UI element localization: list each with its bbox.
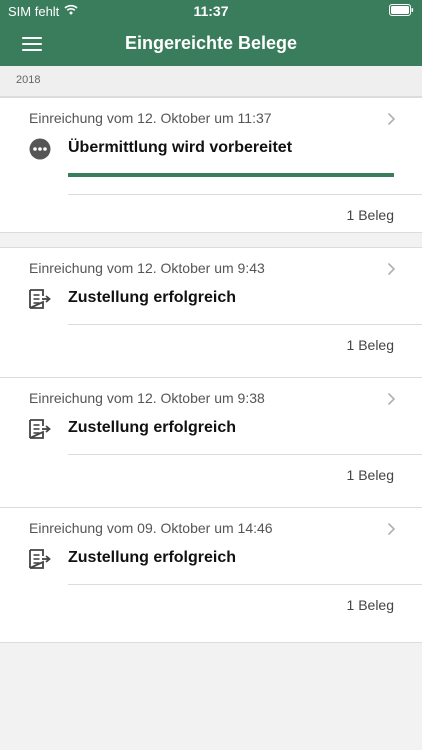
document-sent-icon (29, 549, 51, 569)
receipt-count: 1 Beleg (346, 337, 394, 353)
divider (68, 194, 422, 195)
progress-bar (68, 173, 394, 177)
app-header: SIM fehlt 11:37 Eingereichte Belege (0, 0, 422, 66)
chevron-right-icon (387, 522, 396, 536)
submission-date: Einreichung vom 12. Oktober um 9:43 (29, 260, 265, 276)
divider (68, 454, 422, 455)
submission-card[interactable]: Einreichung vom 09. Oktober um 14:46 Zus… (0, 507, 422, 643)
divider (68, 584, 422, 585)
more-dots-icon (29, 138, 51, 160)
chevron-right-icon (387, 392, 396, 406)
battery-icon (389, 4, 414, 16)
submission-status: Zustellung erfolgreich (68, 549, 237, 566)
progress-fill (68, 173, 394, 177)
status-bar: SIM fehlt 11:37 (0, 0, 422, 22)
year-label: 2018 (16, 74, 41, 86)
document-sent-icon (29, 289, 51, 309)
page-title: Eingereichte Belege (124, 33, 298, 53)
submission-date: Einreichung vom 12. Oktober um 11:37 (29, 110, 272, 126)
document-sent-icon (29, 419, 51, 439)
divider (68, 324, 422, 325)
nav-bar: Eingereichte Belege (0, 22, 422, 66)
submission-card[interactable]: Einreichung vom 12. Oktober um 11:37 Übe… (0, 97, 422, 233)
receipt-count: 1 Beleg (346, 467, 394, 483)
chevron-right-icon (387, 262, 396, 276)
section-header: 2018 (0, 66, 422, 97)
receipt-count: 1 Beleg (346, 207, 394, 223)
submission-status: Zustellung erfolgreich (68, 289, 237, 306)
submission-date: Einreichung vom 12. Oktober um 9:38 (29, 390, 265, 406)
submission-card[interactable]: Einreichung vom 12. Oktober um 9:38 Zust… (0, 377, 422, 513)
receipt-count: 1 Beleg (346, 597, 394, 613)
chevron-right-icon (387, 112, 396, 126)
submission-card[interactable]: Einreichung vom 12. Oktober um 9:43 Zust… (0, 247, 422, 383)
submission-date: Einreichung vom 09. Oktober um 14:46 (29, 520, 273, 536)
clock-label: 11:37 (193, 3, 229, 19)
submission-status: Übermittlung wird vorbereitet (68, 139, 293, 156)
submission-status: Zustellung erfolgreich (68, 419, 237, 436)
